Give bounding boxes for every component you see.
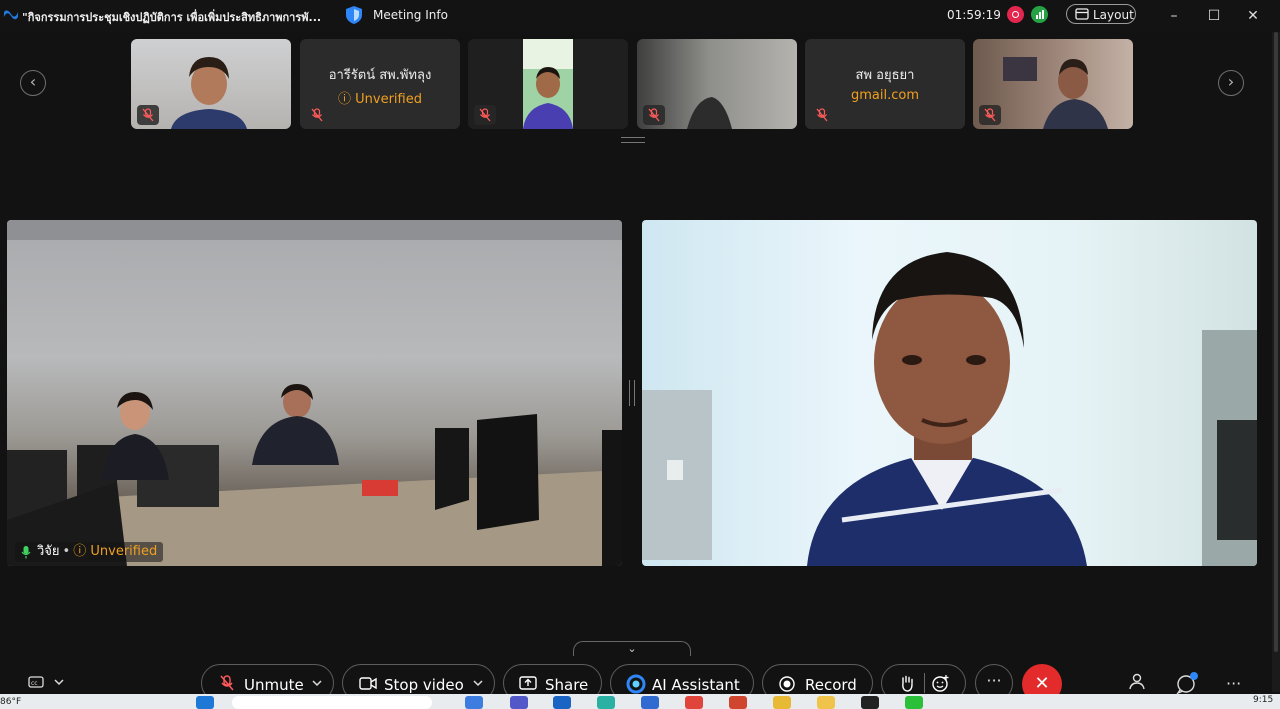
shield-icon[interactable] xyxy=(345,5,363,25)
weather-temperature[interactable]: 86°F xyxy=(0,697,21,707)
participant-tile[interactable] xyxy=(973,39,1133,129)
meeting-timer: 01:59:19 xyxy=(947,8,1001,22)
taskbar-app-icon[interactable] xyxy=(465,696,483,709)
more-panels-icon[interactable]: ··· xyxy=(1226,674,1241,693)
file-explorer-icon[interactable] xyxy=(817,696,835,709)
participant-tile[interactable] xyxy=(468,39,628,129)
recording-indicator-icon[interactable] xyxy=(1007,6,1024,23)
chevron-down-icon[interactable] xyxy=(312,680,322,687)
teams-icon[interactable] xyxy=(510,696,528,709)
participant-subtitle: Unverified xyxy=(355,92,422,107)
os-taskbar: 86°F 9:15 xyxy=(0,694,1280,709)
title-bar: "กิจกรรมการประชุมเชิงปฏิบัติการ เพื่อเพิ… xyxy=(0,0,1280,32)
unverified-icon: ⓘ xyxy=(73,544,87,559)
unmute-label: Unmute xyxy=(244,676,304,694)
main-video-right[interactable] xyxy=(642,220,1257,566)
taskbar-app-icon[interactable] xyxy=(773,696,791,709)
raise-hand-icon[interactable] xyxy=(900,675,914,692)
scrollbar[interactable] xyxy=(1272,32,1280,692)
participant-tile[interactable] xyxy=(637,39,797,129)
muted-mic-icon xyxy=(811,105,833,125)
record-label: Record xyxy=(805,676,857,694)
participant-name: อารีรัตน์ สพ.พัทลุง xyxy=(328,68,432,83)
taskbar-app-icon[interactable] xyxy=(553,696,571,709)
participant-name: สพ อยุธยา xyxy=(855,68,915,83)
chat-icon[interactable] xyxy=(1176,672,1198,694)
share-label: Share xyxy=(545,676,589,694)
network-status-icon[interactable] xyxy=(1031,6,1048,23)
layout-button[interactable]: Layout xyxy=(1066,4,1136,24)
edge-icon[interactable] xyxy=(597,696,615,709)
participant-tile[interactable] xyxy=(131,39,291,129)
strip-next-icon[interactable]: › xyxy=(1218,70,1244,96)
share-icon xyxy=(519,676,537,690)
participant-status: Unverified xyxy=(90,544,158,559)
muted-mic-icon xyxy=(643,105,665,125)
captions-icon: cc xyxy=(28,676,44,688)
mic-icon xyxy=(21,546,31,559)
collapse-controls-icon[interactable]: ⌄ xyxy=(573,641,691,657)
conference-room-video xyxy=(7,220,622,566)
layout-icon xyxy=(1075,8,1089,20)
store-icon[interactable] xyxy=(641,696,659,709)
maximize-icon[interactable]: ☐ xyxy=(1194,0,1234,32)
participant-subtitle: gmail.com xyxy=(850,88,919,103)
taskbar-app-icon[interactable] xyxy=(729,696,747,709)
participants-icon[interactable] xyxy=(1128,672,1146,690)
start-icon[interactable] xyxy=(196,696,214,709)
main-video-left[interactable]: วิจัย • ⓘ Unverified xyxy=(7,220,622,566)
system-clock[interactable]: 9:15 xyxy=(1253,695,1273,705)
speaker-video xyxy=(642,252,1257,566)
participant-tile[interactable]: สพ อยุธยา gmail.com xyxy=(805,39,965,129)
webex-logo-icon xyxy=(4,10,18,20)
divider xyxy=(924,673,925,693)
strip-prev-icon[interactable]: ‹ xyxy=(20,70,46,96)
meeting-title[interactable]: "กิจกรรมการประชุมเชิงปฏิบัติการ เพื่อเพิ… xyxy=(22,8,321,26)
separator-dot: • xyxy=(62,544,71,559)
record-icon xyxy=(779,676,795,692)
video-camera-icon xyxy=(359,677,377,690)
minimize-icon[interactable]: – xyxy=(1154,0,1194,32)
ai-assistant-icon xyxy=(626,674,646,694)
participant-name: วิจัย xyxy=(37,544,60,559)
taskbar-search-box[interactable] xyxy=(232,696,432,709)
participant-name-tag: วิจัย • ⓘ Unverified xyxy=(15,542,164,562)
video-split-handle[interactable] xyxy=(629,380,635,406)
stop-video-label: Stop video xyxy=(384,676,464,694)
muted-mic-icon xyxy=(474,105,496,125)
muted-mic-icon xyxy=(306,105,328,125)
emoji-reaction-icon[interactable] xyxy=(932,674,950,692)
participant-tile[interactable]: อารีรัตน์ สพ.พัทลุง ⓘ Unverified xyxy=(300,39,460,129)
muted-mic-icon xyxy=(979,105,1001,125)
svg-text:cc: cc xyxy=(31,680,38,687)
muted-mic-icon xyxy=(137,105,159,125)
taskbar-app-icon[interactable] xyxy=(861,696,879,709)
unverified-icon: ⓘ xyxy=(338,92,356,107)
layout-label: Layout xyxy=(1093,8,1134,22)
meeting-info-link[interactable]: Meeting Info xyxy=(373,8,448,22)
chrome-icon[interactable] xyxy=(685,696,703,709)
close-icon[interactable]: ✕ xyxy=(1233,0,1273,32)
line-icon[interactable] xyxy=(905,696,923,709)
chevron-down-icon[interactable] xyxy=(473,680,483,687)
ai-assistant-label: AI Assistant xyxy=(652,676,740,694)
strip-resize-handle[interactable] xyxy=(621,137,645,143)
mic-off-icon xyxy=(220,675,234,691)
chevron-down-icon xyxy=(54,679,64,686)
